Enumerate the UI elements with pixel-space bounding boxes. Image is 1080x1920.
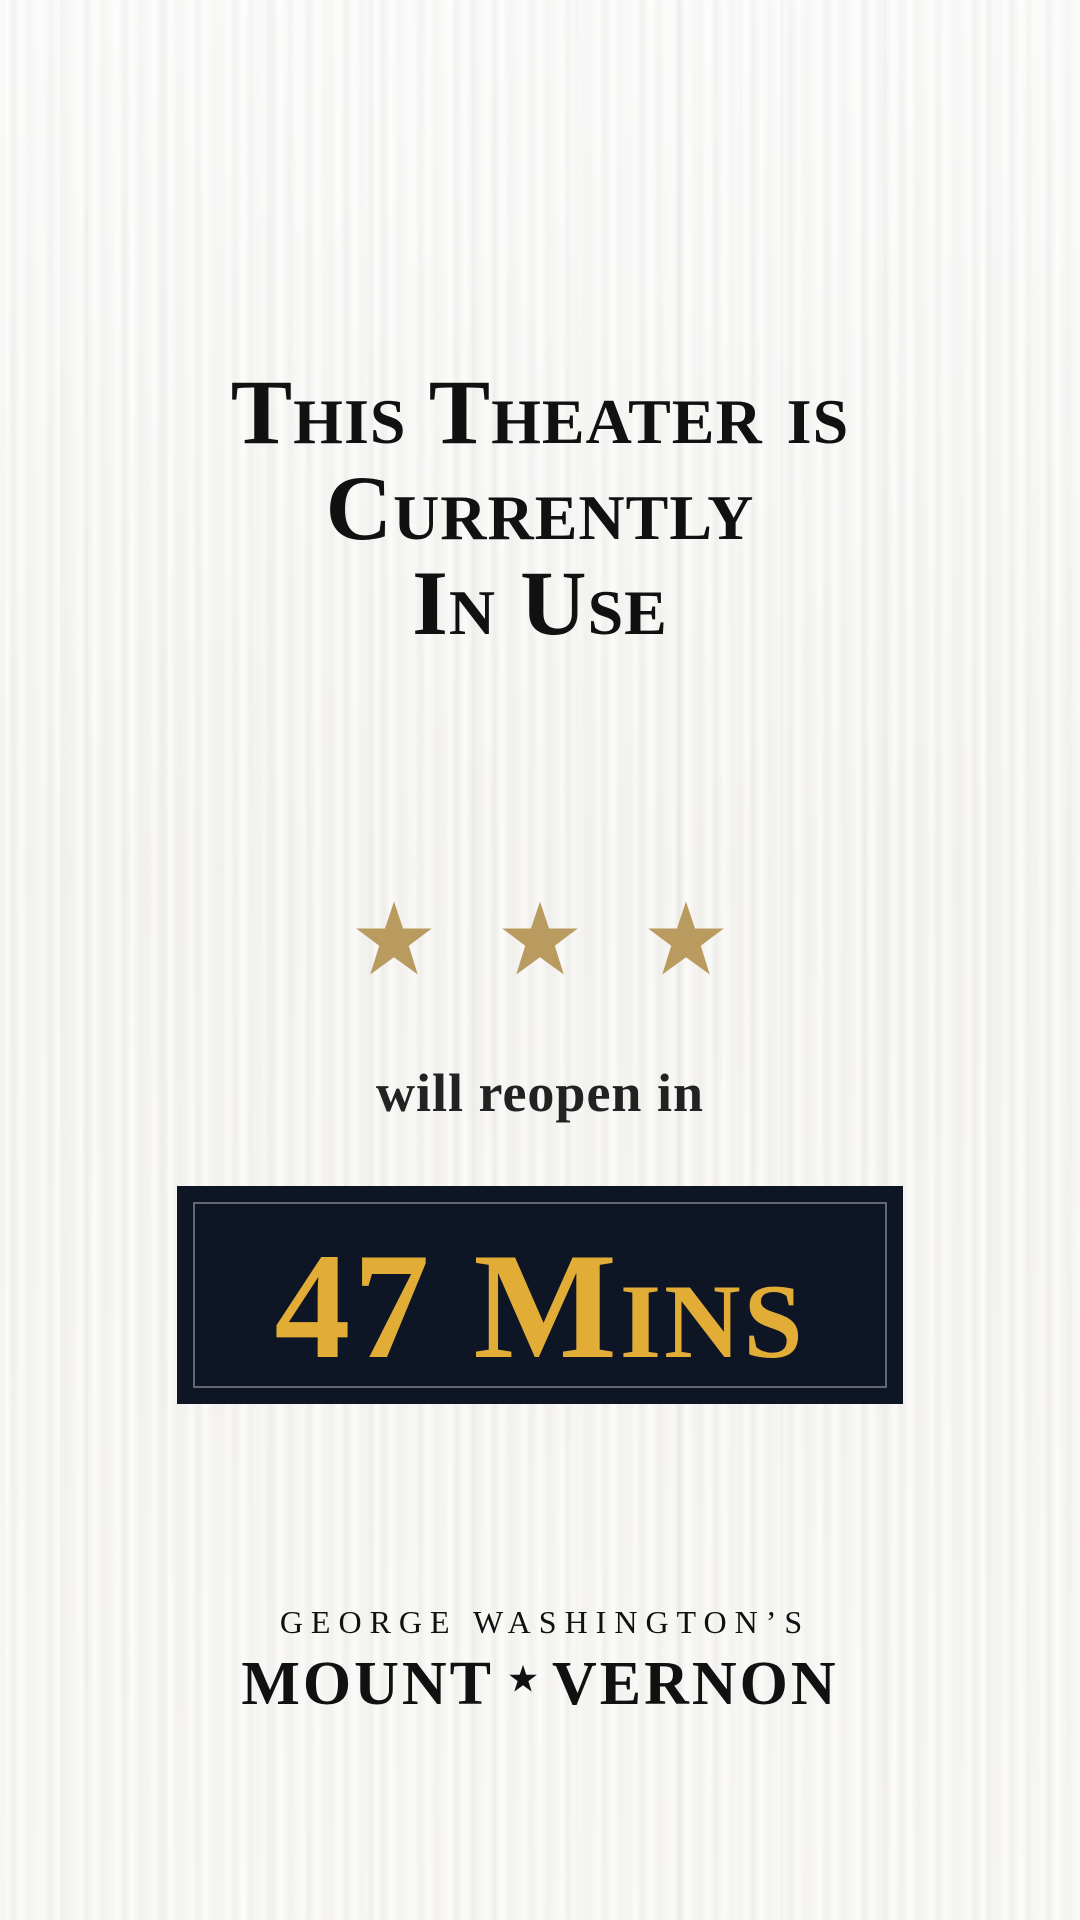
countdown-value: 47 Mins	[274, 1222, 806, 1390]
star-icon	[509, 1664, 537, 1692]
headline-line-2: Currently	[325, 456, 755, 559]
signage-screen: This Theater is Currently In Use will re…	[0, 0, 1080, 1920]
brand-title-left: MOUNT	[241, 1650, 494, 1718]
brand-subtitle: GEORGE WASHINGTON’S	[279, 1604, 811, 1640]
headline-line-1: This Theater is	[230, 361, 850, 463]
reopen-label: will reopen in	[375, 1063, 705, 1123]
star-icon	[356, 901, 432, 975]
stars-decoration	[353, 899, 727, 989]
headline-line-3: In Use	[412, 552, 668, 655]
brand-title: MOUNT VERNON	[0, 1649, 1080, 1720]
star-icon	[502, 901, 578, 975]
star-icon	[648, 901, 724, 975]
countdown-timer: 47 Mins	[177, 1186, 903, 1404]
headline: This Theater is Currently In Use	[80, 361, 1000, 655]
brand-title-right: VERNON	[551, 1650, 839, 1718]
brand-logo: GEORGE WASHINGTON’S MOUNT VERNON	[0, 1604, 1080, 1720]
